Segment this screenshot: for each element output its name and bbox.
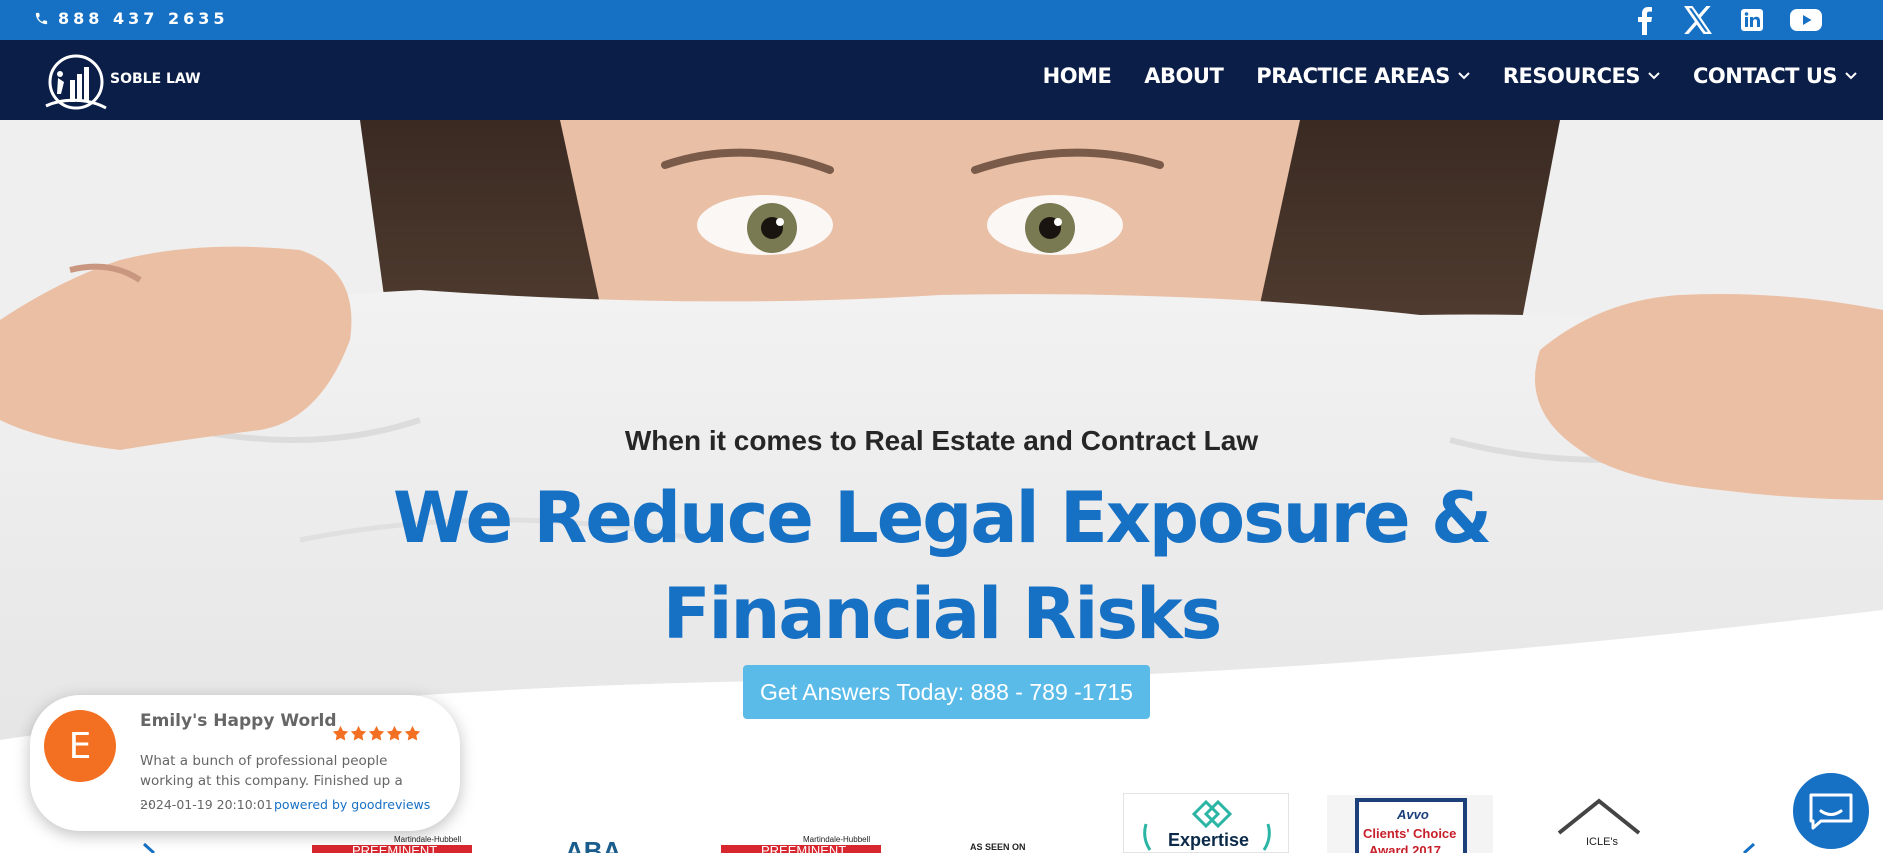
linkedin-icon[interactable]: [1725, 4, 1779, 36]
expertise-badge[interactable]: Expertise: [1123, 793, 1289, 853]
aba-logo[interactable]: ABA: [563, 836, 623, 853]
avvo-award-year: Award 2017: [1369, 843, 1441, 853]
nav-resources-label: RESOURCES: [1502, 64, 1641, 88]
phone-number: 888 437 2635: [58, 8, 229, 28]
review-date: 2024-01-19 20:10:01: [140, 797, 273, 812]
icle-label: ICLE's: [1586, 836, 1619, 848]
avvo-clients-choice: Clients' Choice: [1363, 826, 1456, 841]
avvo-badge[interactable]: Avvo Clients' Choice Award 2017: [1327, 795, 1493, 853]
expertise-diamond-icon: [1191, 799, 1233, 829]
powered-by-link[interactable]: powered by goodreviews: [274, 797, 430, 812]
soble-law-logo-icon: [45, 54, 107, 110]
icle-badge[interactable]: ICLE's: [1554, 798, 1644, 853]
icle-roof-icon: [1557, 798, 1641, 835]
as-seen-on-label: AS SEEN ON: [970, 842, 1026, 852]
aba-label: ABA: [565, 838, 622, 853]
martindale-badge-1[interactable]: Martindale-Hubbell PREEMINENT: [312, 835, 472, 853]
x-icon[interactable]: [1671, 4, 1725, 36]
youtube-icon[interactable]: [1779, 4, 1833, 36]
rating-stars: [332, 725, 421, 742]
nav-about[interactable]: ABOUT: [1144, 64, 1224, 88]
preeminent-label: PREEMINENT: [352, 843, 437, 853]
phone-icon: [35, 12, 48, 24]
chevron-down-icon: [1458, 72, 1470, 80]
phone-link[interactable]: 888 437 2635: [34, 7, 228, 29]
carousel-next-icon[interactable]: [1740, 838, 1762, 853]
reviewer-avatar: E: [44, 710, 116, 782]
hero-headline-line2: Financial Risks: [662, 573, 1223, 655]
nav-contact-us-label: CONTACT US: [1692, 64, 1838, 88]
nav-resources[interactable]: RESOURCES: [1503, 64, 1660, 88]
nav-home-label: HOME: [1042, 64, 1112, 88]
carousel-prev-icon[interactable]: [136, 838, 158, 853]
main-menu: HOME ABOUT PRACTICE AREAS RESOURCES CONT…: [1010, 64, 1857, 88]
social-links: [1617, 4, 1833, 36]
top-bar: 888 437 2635: [0, 0, 1883, 40]
brand-name: SOBLE LAW: [110, 71, 201, 87]
hero-headline: We Reduce Legal Exposure & Financial Ris…: [0, 470, 1883, 662]
review-widget[interactable]: E Emily's Happy World What a bunch of pr…: [30, 695, 460, 831]
as-seen-on-logo[interactable]: AS SEEN ON: [968, 840, 1038, 853]
facebook-icon[interactable]: [1617, 4, 1671, 36]
site-logo[interactable]: SOBLE LAW: [44, 54, 201, 114]
chevron-down-icon: [1845, 72, 1857, 80]
nav-contact-us[interactable]: CONTACT US: [1693, 64, 1857, 88]
nav-home[interactable]: HOME: [1043, 64, 1112, 88]
cta-button[interactable]: Get Answers Today: 888 - 789 -1715: [743, 665, 1150, 719]
star-icon: [404, 725, 421, 741]
hero-headline-line1: We Reduce Legal Exposure &: [392, 477, 1492, 559]
main-navbar: SOBLE LAW HOME ABOUT PRACTICE AREAS RESO…: [0, 40, 1883, 120]
chat-icon: [1809, 793, 1853, 830]
chevron-down-icon: [1648, 72, 1660, 80]
nav-practice-areas-label: PRACTICE AREAS: [1256, 64, 1450, 88]
reviewer-name: Emily's Happy World: [140, 711, 337, 731]
nav-practice-areas[interactable]: PRACTICE AREAS: [1256, 64, 1470, 88]
preeminent-label: PREEMINENT: [761, 843, 846, 853]
chat-button[interactable]: [1791, 771, 1871, 851]
nav-about-label: ABOUT: [1144, 64, 1224, 88]
avvo-label: Avvo: [1396, 807, 1429, 822]
martindale-badge-2[interactable]: Martindale-Hubbell PREEMINENT: [721, 835, 881, 853]
hero-subheading: When it comes to Real Estate and Contrac…: [624, 425, 1259, 456]
star-icon: [386, 725, 403, 741]
star-icon: [332, 725, 349, 741]
star-icon: [350, 725, 367, 741]
expertise-label: Expertise: [1168, 830, 1249, 850]
star-icon: [368, 725, 385, 741]
